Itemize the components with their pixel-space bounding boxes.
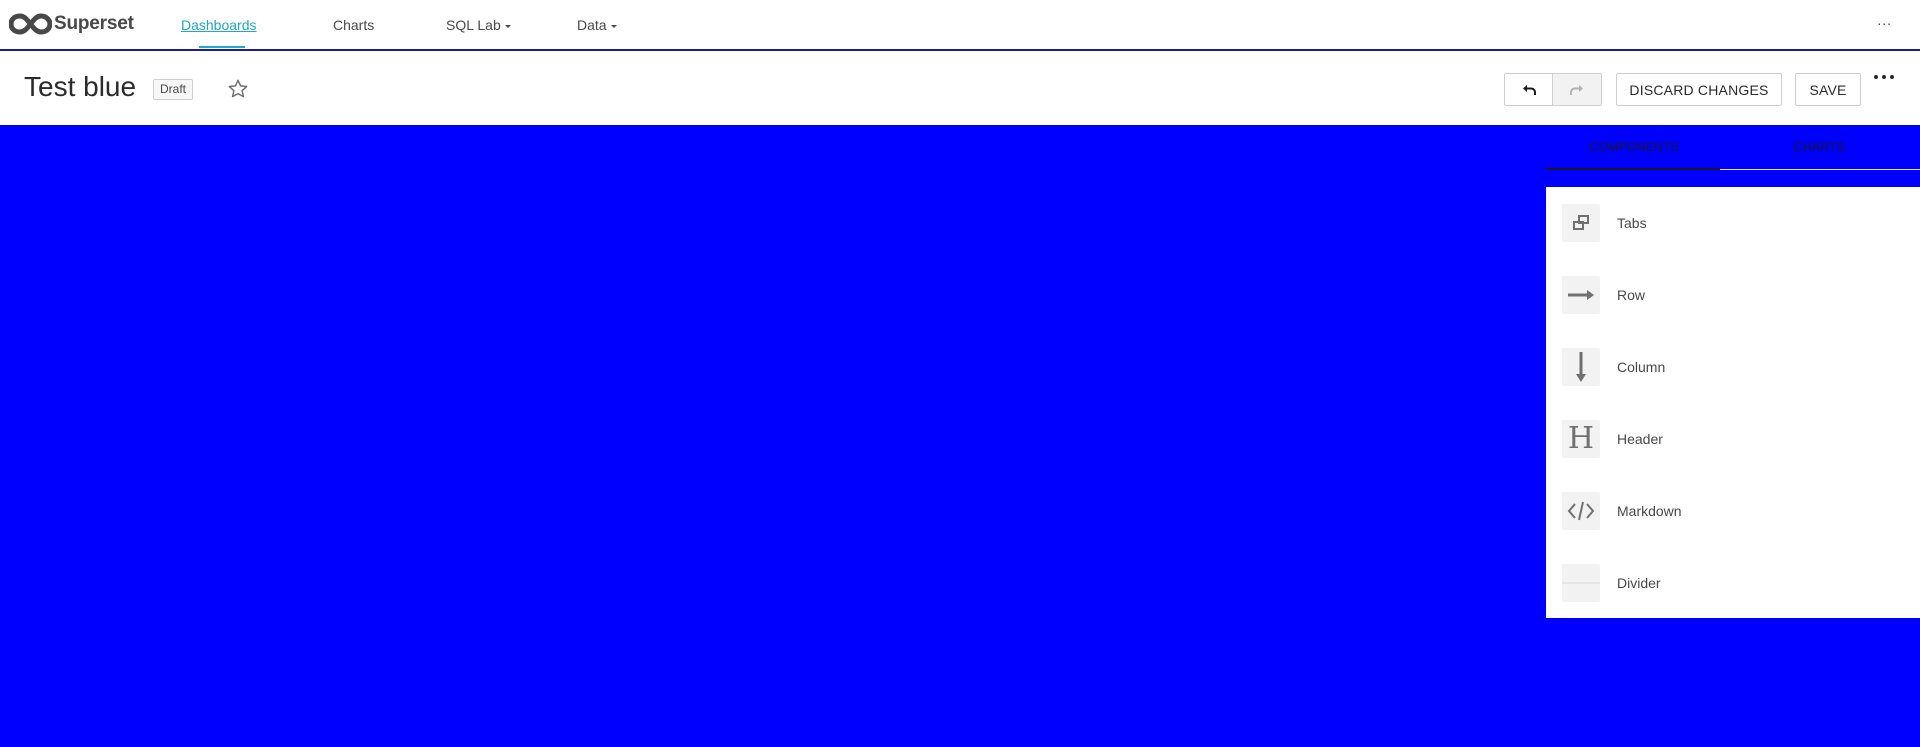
nav-data-label: Data xyxy=(577,16,607,33)
component-row[interactable]: Row xyxy=(1546,259,1920,331)
brand-name: Superset xyxy=(54,13,134,34)
redo-button[interactable] xyxy=(1553,74,1601,105)
undo-icon xyxy=(1522,84,1536,95)
arrow-right-icon xyxy=(1562,276,1600,314)
tabs-icon xyxy=(1562,204,1600,242)
undo-redo-group xyxy=(1504,73,1602,106)
superset-logo[interactable]: Superset xyxy=(9,11,134,37)
header-icon: H xyxy=(1562,420,1600,458)
active-tab-indicator xyxy=(1546,168,1720,170)
component-divider[interactable]: Divider xyxy=(1546,547,1920,619)
top-navbar: Superset Dashboards Charts SQL Lab Data … xyxy=(0,0,1920,51)
component-tabs[interactable]: Tabs xyxy=(1546,187,1920,259)
builder-side-panel: COMPONENTS CHARTS Tabs Row Column H Head… xyxy=(1546,125,1920,747)
navbar-more-menu[interactable]: ... xyxy=(1877,12,1892,28)
code-icon xyxy=(1562,492,1600,530)
redo-icon xyxy=(1570,84,1583,95)
nav-active-indicator xyxy=(199,46,245,48)
divider-icon xyxy=(1562,564,1600,602)
caret-down-icon xyxy=(610,24,617,28)
component-column[interactable]: Column xyxy=(1546,331,1920,403)
status-badge: Draft xyxy=(153,79,194,100)
component-label: Tabs xyxy=(1617,215,1647,231)
nav-dashboards-label: Dashboards xyxy=(181,16,257,33)
components-list: Tabs Row Column H Header Markdown Divide… xyxy=(1546,187,1920,618)
dashboard-title[interactable]: Test blue xyxy=(24,71,136,103)
star-icon[interactable] xyxy=(227,78,249,100)
nav-sql-lab-label: SQL Lab xyxy=(446,16,501,33)
infinity-logo-icon xyxy=(9,13,52,35)
component-label: Divider xyxy=(1617,575,1661,591)
builder-tabs: COMPONENTS CHARTS xyxy=(1546,125,1920,170)
nav-data[interactable]: Data xyxy=(577,0,617,49)
arrow-down-icon xyxy=(1562,348,1600,386)
nav-charts-label: Charts xyxy=(333,16,375,33)
component-label: Row xyxy=(1617,287,1646,303)
component-label: Header xyxy=(1617,431,1663,447)
component-header[interactable]: H Header xyxy=(1546,403,1920,475)
component-markdown[interactable]: Markdown xyxy=(1546,475,1920,547)
nav-sql-lab[interactable]: SQL Lab xyxy=(446,0,511,49)
nav-dashboards[interactable]: Dashboards xyxy=(181,0,257,49)
nav-charts[interactable]: Charts xyxy=(333,0,374,49)
tab-charts[interactable]: CHARTS xyxy=(1794,140,1845,154)
component-label: Markdown xyxy=(1617,503,1682,519)
save-button[interactable]: SAVE xyxy=(1795,73,1861,106)
discard-changes-button[interactable]: DISCARD CHANGES xyxy=(1616,73,1782,106)
more-options-icon[interactable] xyxy=(1874,75,1894,89)
tab-components[interactable]: COMPONENTS xyxy=(1590,140,1679,154)
undo-button[interactable] xyxy=(1505,74,1554,105)
component-label: Column xyxy=(1617,359,1666,375)
dashboard-header: Test blue Draft DISCARD CHANGES SAVE xyxy=(0,51,1920,125)
caret-down-icon xyxy=(504,24,511,28)
